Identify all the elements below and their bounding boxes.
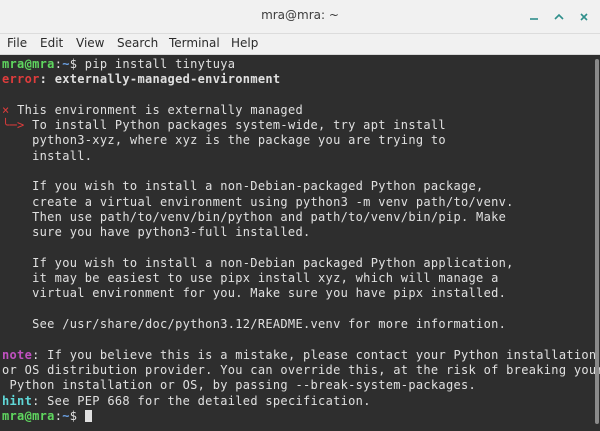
note-line-0: or OS distribution provider. You can ove… (2, 362, 600, 377)
note-line-1: Python installation or OS, by passing --… (2, 378, 477, 393)
menu-bar: File Edit View Search Terminal Help (0, 34, 600, 55)
menu-view[interactable]: View (76, 36, 104, 50)
body-line-9: If you wish to install a non-Debian pack… (2, 255, 514, 270)
maximize-button[interactable] (549, 7, 569, 27)
body-line-4: If you wish to install a non-Debian-pack… (2, 179, 484, 194)
title-bar[interactable]: mra@mra: ~ (0, 0, 600, 34)
menu-help[interactable]: Help (231, 36, 258, 50)
body-line-5: create a virtual environment using pytho… (2, 194, 514, 209)
body-line-13: See /usr/share/doc/python3.12/README.ven… (2, 317, 507, 332)
scrollbar[interactable] (594, 55, 600, 431)
prompt-user: mra@mra (2, 57, 55, 71)
hint-text: : See PEP 668 for the detailed specifica… (32, 393, 371, 408)
command-text: pip install tinytuya (77, 57, 236, 71)
body-line-1: python3-xyz, where xyz is the package yo… (2, 133, 446, 148)
minimize-icon (530, 18, 538, 20)
error-message: externally-managed-environment (54, 72, 281, 87)
minimize-button[interactable] (524, 7, 544, 27)
body-line-11: virtual environment for you. Make sure y… (2, 286, 507, 301)
close-icon (580, 13, 588, 21)
body-line-10: it may be easiest to use pipx install xy… (2, 271, 499, 286)
note-label: note (2, 347, 33, 362)
note-text: : If you believe this is a mistake, plea… (32, 347, 597, 362)
terminal-area[interactable]: mra@mra:~$ pip install tinytuya error: e… (0, 55, 600, 431)
menu-terminal[interactable]: Terminal (169, 36, 220, 50)
hint-label: hint (2, 393, 33, 408)
error-label: error (2, 72, 40, 87)
prompt-symbol-2: $ (69, 408, 78, 423)
menu-edit[interactable]: Edit (40, 36, 63, 50)
prompt-line-2: mra@mra:~$ (2, 409, 92, 423)
menu-file[interactable]: File (7, 36, 27, 50)
env-header: This environment is externally managed (17, 102, 303, 117)
prompt-path-2: ~ (62, 408, 70, 423)
close-button[interactable] (574, 7, 594, 27)
prompt-path: ~ (62, 57, 70, 71)
window-title: mra@mra: ~ (261, 8, 339, 22)
maximize-icon (554, 13, 564, 20)
menu-search[interactable]: Search (117, 36, 158, 50)
terminal-window: mra@mra: ~ File Edit View Search Termina… (0, 0, 600, 431)
scroll-thumb[interactable] (595, 59, 599, 424)
body-line-6: Then use path/to/venv/bin/python and pat… (2, 209, 507, 224)
arrow-icon: ╰─> (2, 118, 25, 133)
cursor (84, 409, 92, 422)
error-separator: : (39, 72, 55, 87)
body-line-7: sure you have python3-full installed. (2, 225, 311, 240)
prompt-user-2: mra@mra (2, 408, 55, 423)
body-line-0: To install Python packages system-wide, … (24, 118, 446, 133)
body-line-2: install. (2, 148, 93, 163)
prompt-line: mra@mra:~$ pip install tinytuya (2, 57, 235, 71)
x-mark-icon: × (2, 102, 10, 117)
terminal-output: mra@mra:~$ pip install tinytuya error: e… (2, 57, 600, 424)
